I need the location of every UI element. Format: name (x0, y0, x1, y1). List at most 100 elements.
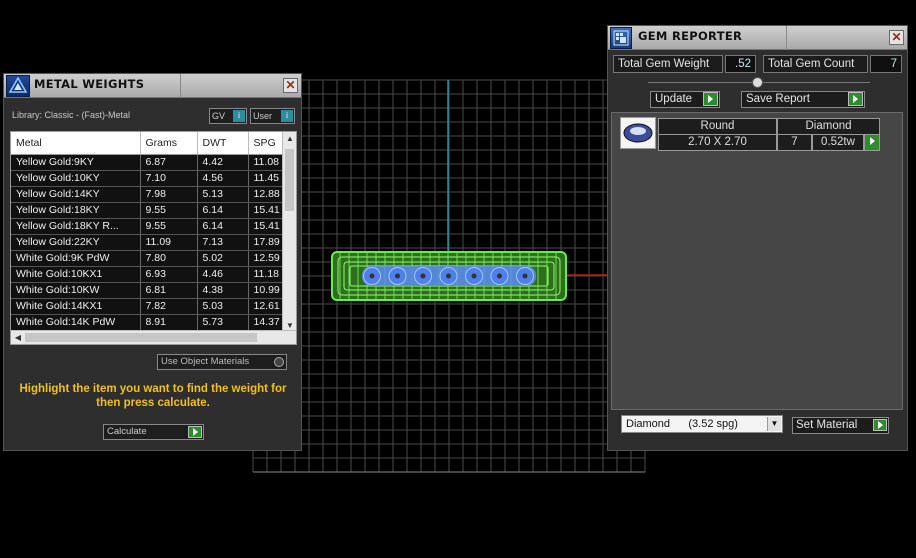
table-cell: 7.82 (140, 298, 198, 315)
vertical-scrollbar[interactable]: ▲ ▼ (282, 132, 296, 332)
table-cell: White Gold:9K PdW (11, 250, 141, 267)
table-cell: 4.38 (197, 282, 249, 299)
update-button[interactable]: Update (650, 91, 720, 108)
table-row[interactable]: Yellow Gold:18KY 9.55 6.14 15.41 (11, 202, 296, 219)
gem-thumbnail[interactable] (620, 117, 656, 149)
round-gem-icon (623, 123, 653, 143)
table-cell: 7.13 (197, 234, 249, 251)
gemstone-culet (446, 273, 451, 279)
set-material-button[interactable]: Set Material (792, 417, 889, 434)
table-cell: 5.03 (197, 298, 249, 315)
table-cell: Yellow Gold:18KY R... (11, 218, 141, 235)
chevron-down-icon: ▼ (767, 417, 781, 431)
close-icon[interactable]: ✕ (283, 78, 298, 93)
table-cell: White Gold:10KW (11, 282, 141, 299)
unit-select-value: GV (212, 111, 226, 121)
metal-weights-title: METAL WEIGHTS (34, 77, 145, 91)
close-icon[interactable]: ✕ (889, 30, 904, 45)
gem-reporter-titlebar[interactable]: GEM REPORTER ✕ (608, 26, 907, 50)
info-icon: i (281, 110, 293, 122)
play-arrow-icon (873, 419, 887, 431)
table-cell: 6.81 (140, 282, 198, 299)
table-row[interactable]: Yellow Gold:10KY 7.10 4.56 11.45 (11, 170, 296, 187)
play-arrow-icon (848, 92, 863, 106)
save-report-button[interactable]: Save Report (741, 91, 865, 108)
table-cell: 4.46 (197, 266, 249, 283)
library-label: Library: Classic - (Fast)-Metal (12, 110, 131, 120)
play-arrow-icon (703, 92, 718, 106)
gem-size-cell[interactable]: 2.70 X 2.70 (658, 134, 777, 151)
metal-table[interactable]: Metal Grams DWT SPG Yellow Gold:9KY 6.87 4… (10, 131, 297, 345)
ring-wireframe-model[interactable] (331, 251, 567, 301)
table-row[interactable]: White Gold:14K PdW 8.91 5.73 14.37 (11, 314, 296, 331)
table-row[interactable]: Yellow Gold:18KY R... 9.55 6.14 15.41 (11, 218, 296, 235)
gem-row-go-button[interactable] (864, 134, 880, 151)
table-cell: 5.02 (197, 250, 249, 267)
table-cell: Yellow Gold:22KY (11, 234, 141, 251)
calculate-label: Calculate (107, 426, 147, 437)
unit-select[interactable]: GV i (209, 108, 247, 124)
info-icon: i (233, 110, 245, 122)
metal-weights-titlebar[interactable]: METAL WEIGHTS ✕ (4, 74, 301, 98)
update-label: Update (655, 93, 693, 105)
save-report-label: Save Report (746, 93, 810, 105)
table-cell: 11.09 (140, 234, 198, 251)
column-header-metal[interactable]: Metal (11, 132, 141, 155)
total-gem-count-value: 7 (870, 55, 902, 73)
table-row[interactable]: White Gold:14KX1 7.82 5.03 12.61 (11, 298, 296, 315)
gem-slider-knob[interactable] (752, 77, 763, 88)
table-cell: 9.55 (140, 218, 198, 235)
table-cell: White Gold:14KX1 (11, 298, 141, 315)
gem-count-cell[interactable]: 7 (777, 134, 812, 151)
table-cell: 6.14 (197, 202, 249, 219)
scroll-up-icon[interactable]: ▲ (284, 134, 296, 143)
table-cell: Yellow Gold:18KY (11, 202, 141, 219)
scroll-thumb[interactable] (285, 149, 294, 211)
total-gem-weight-value: .52 (725, 55, 756, 73)
metal-weights-app-icon (6, 75, 30, 97)
total-gem-weight-label: Total Gem Weight (613, 55, 723, 73)
play-arrow-icon (188, 426, 202, 438)
horizontal-scrollbar[interactable]: ◀ (11, 330, 296, 344)
table-row[interactable]: Yellow Gold:22KY 11.09 7.13 17.89 (11, 234, 296, 251)
gem-reporter-app-icon (610, 27, 632, 49)
table-cell: 9.55 (140, 202, 198, 219)
play-arrow-icon (865, 135, 879, 147)
table-cell: White Gold:14K PdW (11, 314, 141, 331)
table-row[interactable]: White Gold:10KW 6.81 4.38 10.99 (11, 282, 296, 299)
gemstone-culet (497, 273, 502, 279)
gem-shape-cell[interactable]: Round (658, 118, 777, 135)
column-header-grams[interactable]: Grams (140, 132, 198, 155)
gem-list[interactable]: Round Diamond 2.70 X 2.70 7 0.52tw (611, 112, 903, 410)
gem-reporter-title: GEM REPORTER (638, 29, 743, 43)
gem-material-select[interactable]: Diamond (3.52 spg) ▼ (621, 415, 783, 433)
table-cell: 6.87 (140, 154, 198, 171)
table-row[interactable]: White Gold:10KX1 6.93 4.46 11.18 (11, 266, 296, 283)
source-select-value: User (253, 111, 273, 121)
table-cell: 8.91 (140, 314, 198, 331)
gem-material-cell[interactable]: Diamond (777, 118, 880, 135)
table-row[interactable]: Yellow Gold:14KY 7.98 5.13 12.88 (11, 186, 296, 203)
gem-reporter-panel: GEM REPORTER ✕ Total Gem Weight .52 Tota… (607, 25, 908, 451)
table-row[interactable]: White Gold:9K PdW 7.80 5.02 12.59 (11, 250, 296, 267)
radio-icon (274, 357, 284, 367)
table-cell: 5.13 (197, 186, 249, 203)
table-cell: Yellow Gold:14KY (11, 186, 141, 203)
scroll-thumb[interactable] (25, 333, 257, 342)
source-select[interactable]: User i (250, 108, 295, 124)
use-object-materials-toggle[interactable]: Use Object Materials (157, 354, 287, 370)
column-header-dwt[interactable]: DWT (197, 132, 249, 155)
gemstone-culet (471, 273, 477, 279)
total-gem-count-label: Total Gem Count (763, 55, 868, 73)
gem-weight-cell[interactable]: 0.52tw (812, 134, 864, 151)
gemstone-culet (369, 273, 375, 279)
table-cell: Yellow Gold:10KY (11, 170, 141, 187)
scroll-left-icon[interactable]: ◀ (12, 333, 24, 342)
gem-material-select-value: Diamond (3.52 spg) (626, 418, 738, 430)
table-cell: 6.93 (140, 266, 198, 283)
use-object-materials-label: Use Object Materials (161, 356, 250, 367)
scroll-down-icon[interactable]: ▼ (284, 321, 296, 330)
table-row[interactable]: Yellow Gold:9KY 6.87 4.42 11.08 (11, 154, 296, 171)
table-cell: 5.73 (197, 314, 249, 331)
calculate-button[interactable]: Calculate (103, 424, 204, 440)
